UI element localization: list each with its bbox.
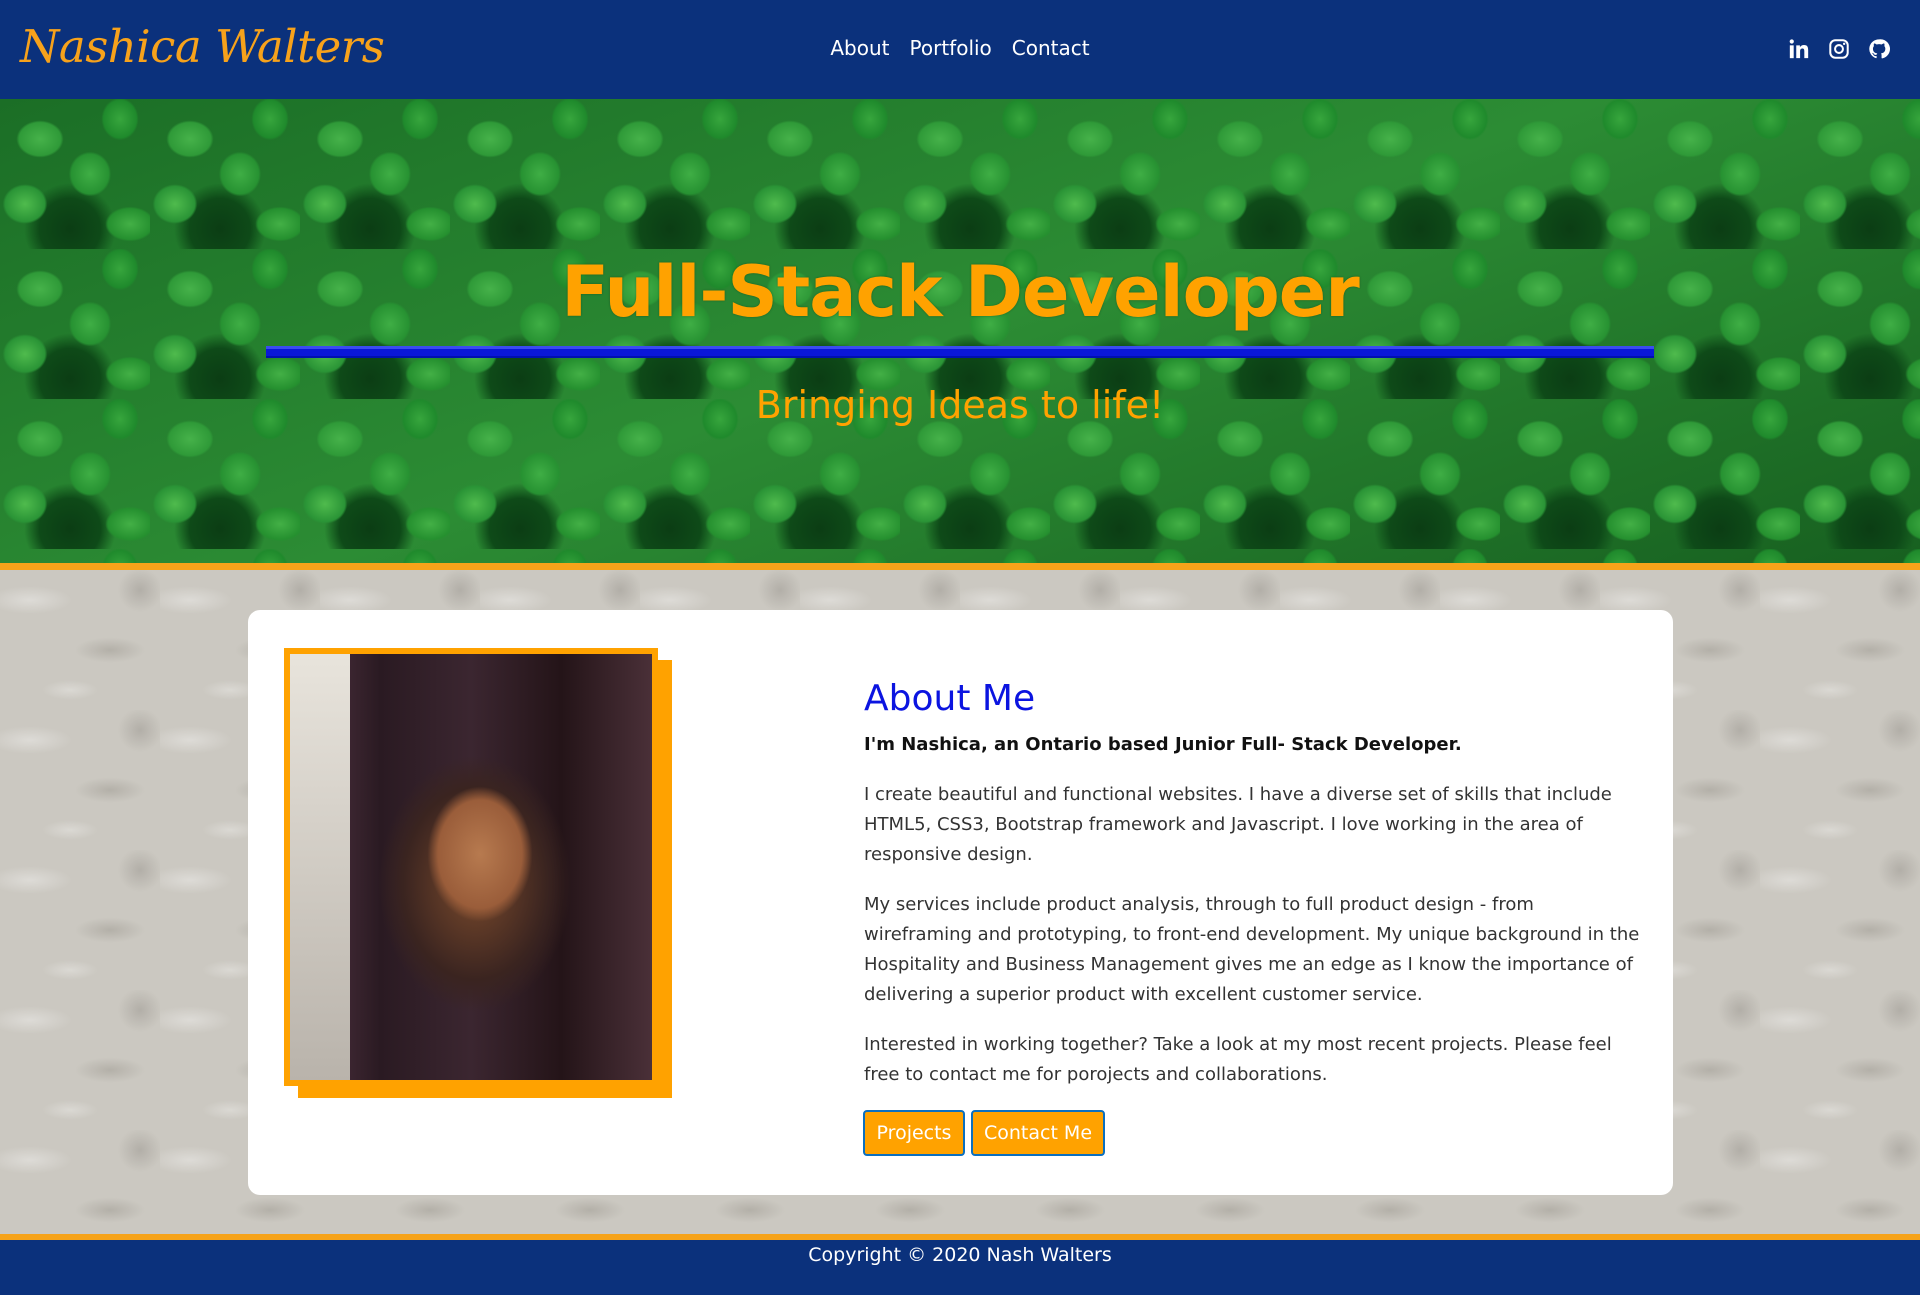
linkedin-icon[interactable]: [1788, 38, 1810, 60]
social-icons: [1788, 38, 1890, 60]
hero-divider: [266, 346, 1654, 358]
contact-me-button[interactable]: Contact Me: [971, 1110, 1105, 1156]
copyright-text: Copyright © 2020 Nash Walters: [808, 1244, 1112, 1266]
about-paragraph: My services include product analysis, th…: [864, 894, 1640, 1005]
hero-bottom-border: [0, 563, 1920, 570]
hero-subtitle: Bringing Ideas to life!: [755, 383, 1165, 427]
about-lead: I'm Nashica, an Ontario based Junior Ful…: [864, 734, 1462, 755]
profile-photo-frame: [284, 648, 658, 1086]
profile-photo: [290, 654, 652, 1080]
nav-link-portfolio[interactable]: Portfolio: [910, 36, 992, 60]
nav-link-contact[interactable]: Contact: [1012, 36, 1090, 60]
nav-links: About Portfolio Contact: [0, 36, 1920, 60]
about-paragraph: I create beautiful and functional websit…: [864, 784, 1612, 865]
nav-link-about[interactable]: About: [830, 36, 889, 60]
footer: Copyright © 2020 Nash Walters: [0, 1240, 1920, 1295]
navbar: Nashica Walters About Portfolio Contact: [0, 0, 1920, 99]
about-paragraph: Interested in working together? Take a l…: [864, 1034, 1612, 1085]
about-title: About Me: [864, 678, 1036, 719]
about-card: About Me I'm Nashica, an Ontario based J…: [248, 610, 1673, 1195]
hero-title: Full-Stack Developer: [561, 251, 1360, 333]
instagram-icon[interactable]: [1828, 38, 1850, 60]
projects-button[interactable]: Projects: [863, 1110, 965, 1156]
hero-banner: Full-Stack Developer Bringing Ideas to l…: [0, 99, 1920, 563]
github-icon[interactable]: [1868, 38, 1890, 60]
